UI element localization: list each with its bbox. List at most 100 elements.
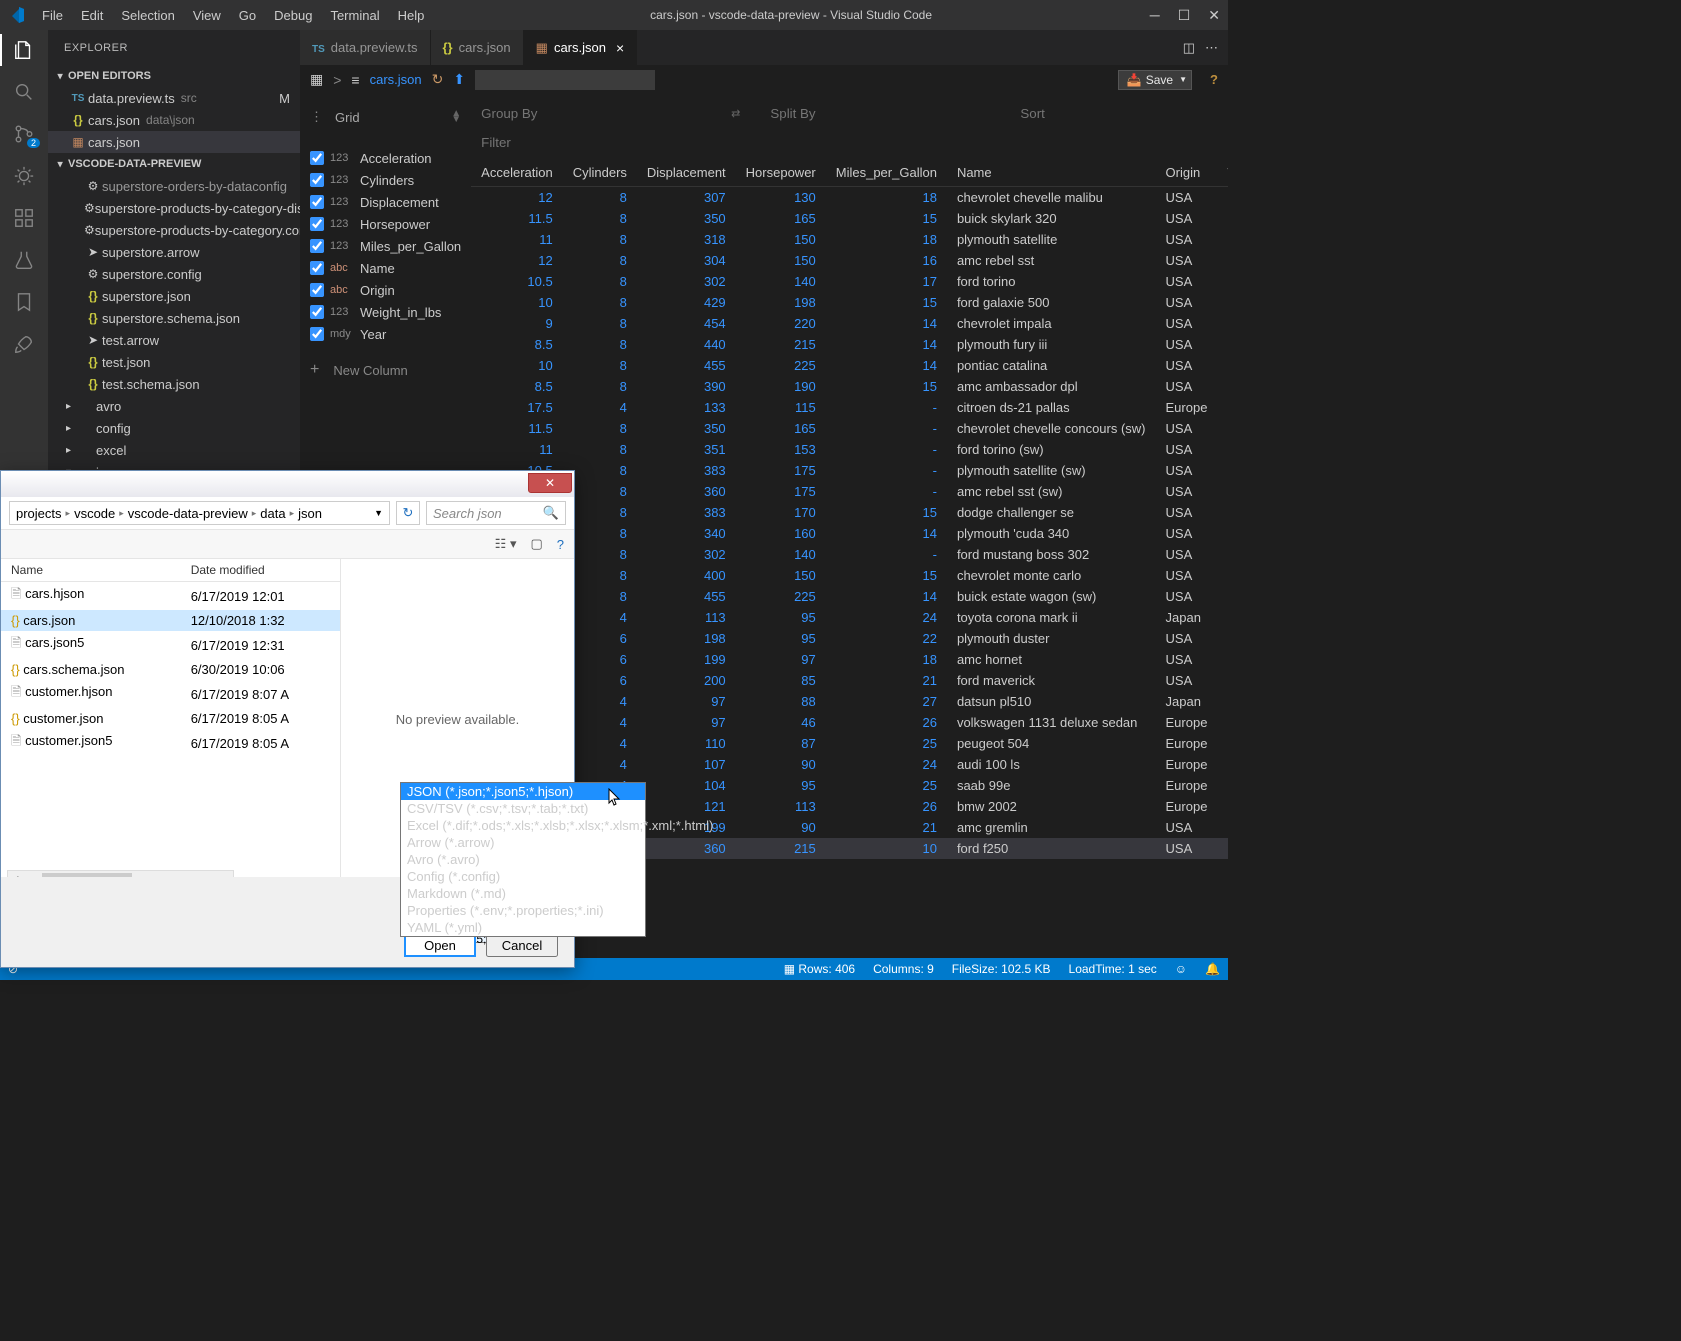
sort-input[interactable]: [1020, 102, 1228, 124]
search-icon[interactable]: [12, 80, 36, 104]
file-row[interactable]: {} cars.schema.json6/30/2019 10:06: [1, 659, 340, 680]
table-row[interactable]: 17.541108725peugeot 504Europe2,6721/1/1: [471, 733, 1228, 754]
menu-selection[interactable]: Selection: [113, 4, 182, 27]
split-editor-icon[interactable]: ◫: [1183, 40, 1195, 56]
filter-option[interactable]: CSV/TSV (*.csv;*.tsv;*.tab;*.txt): [401, 800, 645, 817]
open-editor-item[interactable]: {}cars.jsondata\json: [48, 109, 300, 131]
menu-file[interactable]: File: [34, 4, 71, 27]
rocket-icon[interactable]: [12, 332, 36, 356]
tree-item[interactable]: ▸excel: [48, 439, 300, 461]
splitby-input[interactable]: [770, 102, 990, 124]
refresh-button[interactable]: ↻: [396, 501, 420, 525]
tree-item[interactable]: ⚙superstore-products-by-category.config: [48, 219, 300, 241]
tree-item[interactable]: ⚙superstore.config: [48, 263, 300, 285]
tab-cars-json[interactable]: ▦cars.json×: [524, 30, 638, 65]
filter-option[interactable]: Properties (*.env;*.properties;*.ini): [401, 902, 645, 919]
file-list[interactable]: NameDate modified🗎 cars.hjson6/17/2019 1…: [1, 559, 341, 879]
file-row[interactable]: 🗎 cars.json56/17/2019 12:31: [1, 631, 340, 659]
file-type-dropdown[interactable]: JSON (*.json;*.json5;*.hjson)CSV/TSV (*.…: [400, 782, 646, 937]
table-row[interactable]: 8834016014plymouth 'cuda 340USA3,6091/1/…: [471, 523, 1228, 544]
close-button[interactable]: ✕: [1208, 7, 1220, 24]
table-row[interactable]: 12830415016amc rebel sstUSA3,4331/1/1: [471, 250, 1228, 271]
column-checkbox[interactable]: [310, 283, 324, 297]
hamburger-icon[interactable]: ≡: [351, 72, 359, 88]
table-row[interactable]: 10845522514buick estate wagon (sw)USA3,0…: [471, 586, 1228, 607]
tab-cars-json[interactable]: {}cars.json: [431, 30, 524, 65]
column-checkbox[interactable]: [310, 305, 324, 319]
drag-handle-icon[interactable]: ⋮: [310, 109, 323, 125]
source-control-icon[interactable]: 2: [12, 122, 36, 146]
filter-option[interactable]: Arrow (*.arrow): [401, 834, 645, 851]
breadcrumb-segment[interactable]: vscode: [74, 506, 115, 521]
swap-icon[interactable]: ⇄: [731, 107, 740, 120]
column-checkbox[interactable]: [310, 151, 324, 165]
view-mode-icon[interactable]: ☷ ▾: [495, 536, 517, 552]
tab-data-preview-ts[interactable]: TSdata.preview.ts: [300, 30, 431, 65]
feedback-icon[interactable]: ☺: [1175, 962, 1187, 976]
tree-item[interactable]: ⚙superstore-products-by-category-disc...: [48, 197, 300, 219]
extensions-icon[interactable]: [12, 206, 36, 230]
table-row[interactable]: 11.5835016515buick skylark 320USA3,6931/…: [471, 208, 1228, 229]
table-row[interactable]: 10845522514pontiac catalinaUSA4,4251/1/1: [471, 355, 1228, 376]
tree-item[interactable]: ▸config: [48, 417, 300, 439]
file-row[interactable]: 🗎 cars.hjson6/17/2019 12:01: [1, 582, 340, 611]
save-dropdown[interactable]: 📥 Save: [1118, 70, 1192, 90]
table-row[interactable]: 12830713018chevrolet chevelle malibuUSA3…: [471, 187, 1228, 209]
breadcrumb[interactable]: projects▸vscode▸vscode-data-preview▸data…: [9, 501, 390, 525]
menu-help[interactable]: Help: [390, 4, 433, 27]
column-toggle-Origin[interactable]: abcOrigin: [310, 279, 461, 301]
table-row[interactable]: 20.54974626volkswagen 1131 deluxe sedanE…: [471, 712, 1228, 733]
table-row[interactable]: 10.58383175-plymouth satellite (sw)USA4,…: [471, 460, 1228, 481]
column-toggle-Acceleration[interactable]: 123Acceleration: [310, 147, 461, 169]
column-toggle-Weight_in_lbs[interactable]: 123Weight_in_lbs: [310, 301, 461, 323]
table-row[interactable]: 88302140-ford mustang boss 302USA3,3531/…: [471, 544, 1228, 565]
column-toggle-Horsepower[interactable]: 123Horsepower: [310, 213, 461, 235]
table-row[interactable]: 15.561999718amc hornetUSA2,7741/1/1: [471, 649, 1228, 670]
table-row[interactable]: 9845422014chevrolet impalaUSA4,3541/1/1: [471, 313, 1228, 334]
close-tab-icon[interactable]: ×: [616, 40, 624, 56]
help-icon[interactable]: ?: [557, 537, 564, 552]
menu-view[interactable]: View: [185, 4, 229, 27]
project-section[interactable]: ▸ VSCODE-DATA-PREVIEW: [48, 153, 300, 175]
tree-item[interactable]: ➤test.arrow: [48, 329, 300, 351]
new-column-button[interactable]: + New Column: [310, 361, 461, 379]
file-row[interactable]: {} cars.json12/10/2018 1:32: [1, 610, 340, 631]
table-row[interactable]: 1662008521ford maverickUSA2,5871/1/1: [471, 670, 1228, 691]
tree-item[interactable]: {}test.json: [48, 351, 300, 373]
help-icon[interactable]: ?: [1210, 72, 1218, 87]
groupby-input[interactable]: [481, 102, 701, 124]
filter-option[interactable]: Markdown (*.md): [401, 885, 645, 902]
table-row[interactable]: 9.5840015015chevrolet monte carloUSA3,76…: [471, 565, 1228, 586]
table-row[interactable]: 11831815018plymouth satelliteUSA3,4361/1…: [471, 229, 1228, 250]
file-row[interactable]: 🗎 customer.json56/17/2019 8:05 A: [1, 729, 340, 757]
table-row[interactable]: 8.5844021514plymouth fury iiiUSA4,3121/1…: [471, 334, 1228, 355]
minimize-button[interactable]: ─: [1150, 7, 1160, 24]
column-toggle-Miles_per_Gallon[interactable]: 123Miles_per_Gallon: [310, 235, 461, 257]
column-toggle-Cylinders[interactable]: 123Cylinders: [310, 169, 461, 191]
filter-option[interactable]: Excel (*.dif;*.ods;*.xls;*.xlsb;*.xlsx;*…: [401, 817, 645, 834]
grid-icon[interactable]: ▦: [310, 71, 323, 88]
maximize-button[interactable]: ☐: [1178, 7, 1191, 24]
open-editor-item[interactable]: TSdata.preview.tssrcM: [48, 87, 300, 109]
column-checkbox[interactable]: [310, 195, 324, 209]
tree-item[interactable]: ➤superstore.arrow: [48, 241, 300, 263]
dialog-search-input[interactable]: Search json 🔍: [426, 501, 566, 525]
column-checkbox[interactable]: [310, 173, 324, 187]
table-row[interactable]: 11.58350165-chevrolet chevelle concours …: [471, 418, 1228, 439]
filter-option[interactable]: YAML (*.yml): [401, 919, 645, 936]
refresh-icon[interactable]: ↻: [432, 71, 444, 88]
file-row[interactable]: {} customer.json6/17/2019 8:05 A: [1, 708, 340, 729]
column-checkbox[interactable]: [310, 261, 324, 275]
menu-debug[interactable]: Debug: [266, 4, 320, 27]
preview-pane-icon[interactable]: ▢: [530, 536, 542, 552]
column-toggle-Name[interactable]: abcName: [310, 257, 461, 279]
breadcrumb-segment[interactable]: json: [298, 506, 322, 521]
column-toggle-Year[interactable]: mdyYear: [310, 323, 461, 345]
table-row[interactable]: 118351153-ford torino (sw)USA4,0341/1/1: [471, 439, 1228, 460]
table-row[interactable]: 15.561989522plymouth dusterUSA2,8331/1/1: [471, 628, 1228, 649]
tree-item[interactable]: {}superstore.json: [48, 285, 300, 307]
file-row[interactable]: 🗎 customer.hjson6/17/2019 8:07 A: [1, 680, 340, 708]
view-dropdown[interactable]: Grid: [335, 110, 360, 125]
test-icon[interactable]: [12, 248, 36, 272]
filter-input[interactable]: [481, 131, 681, 153]
